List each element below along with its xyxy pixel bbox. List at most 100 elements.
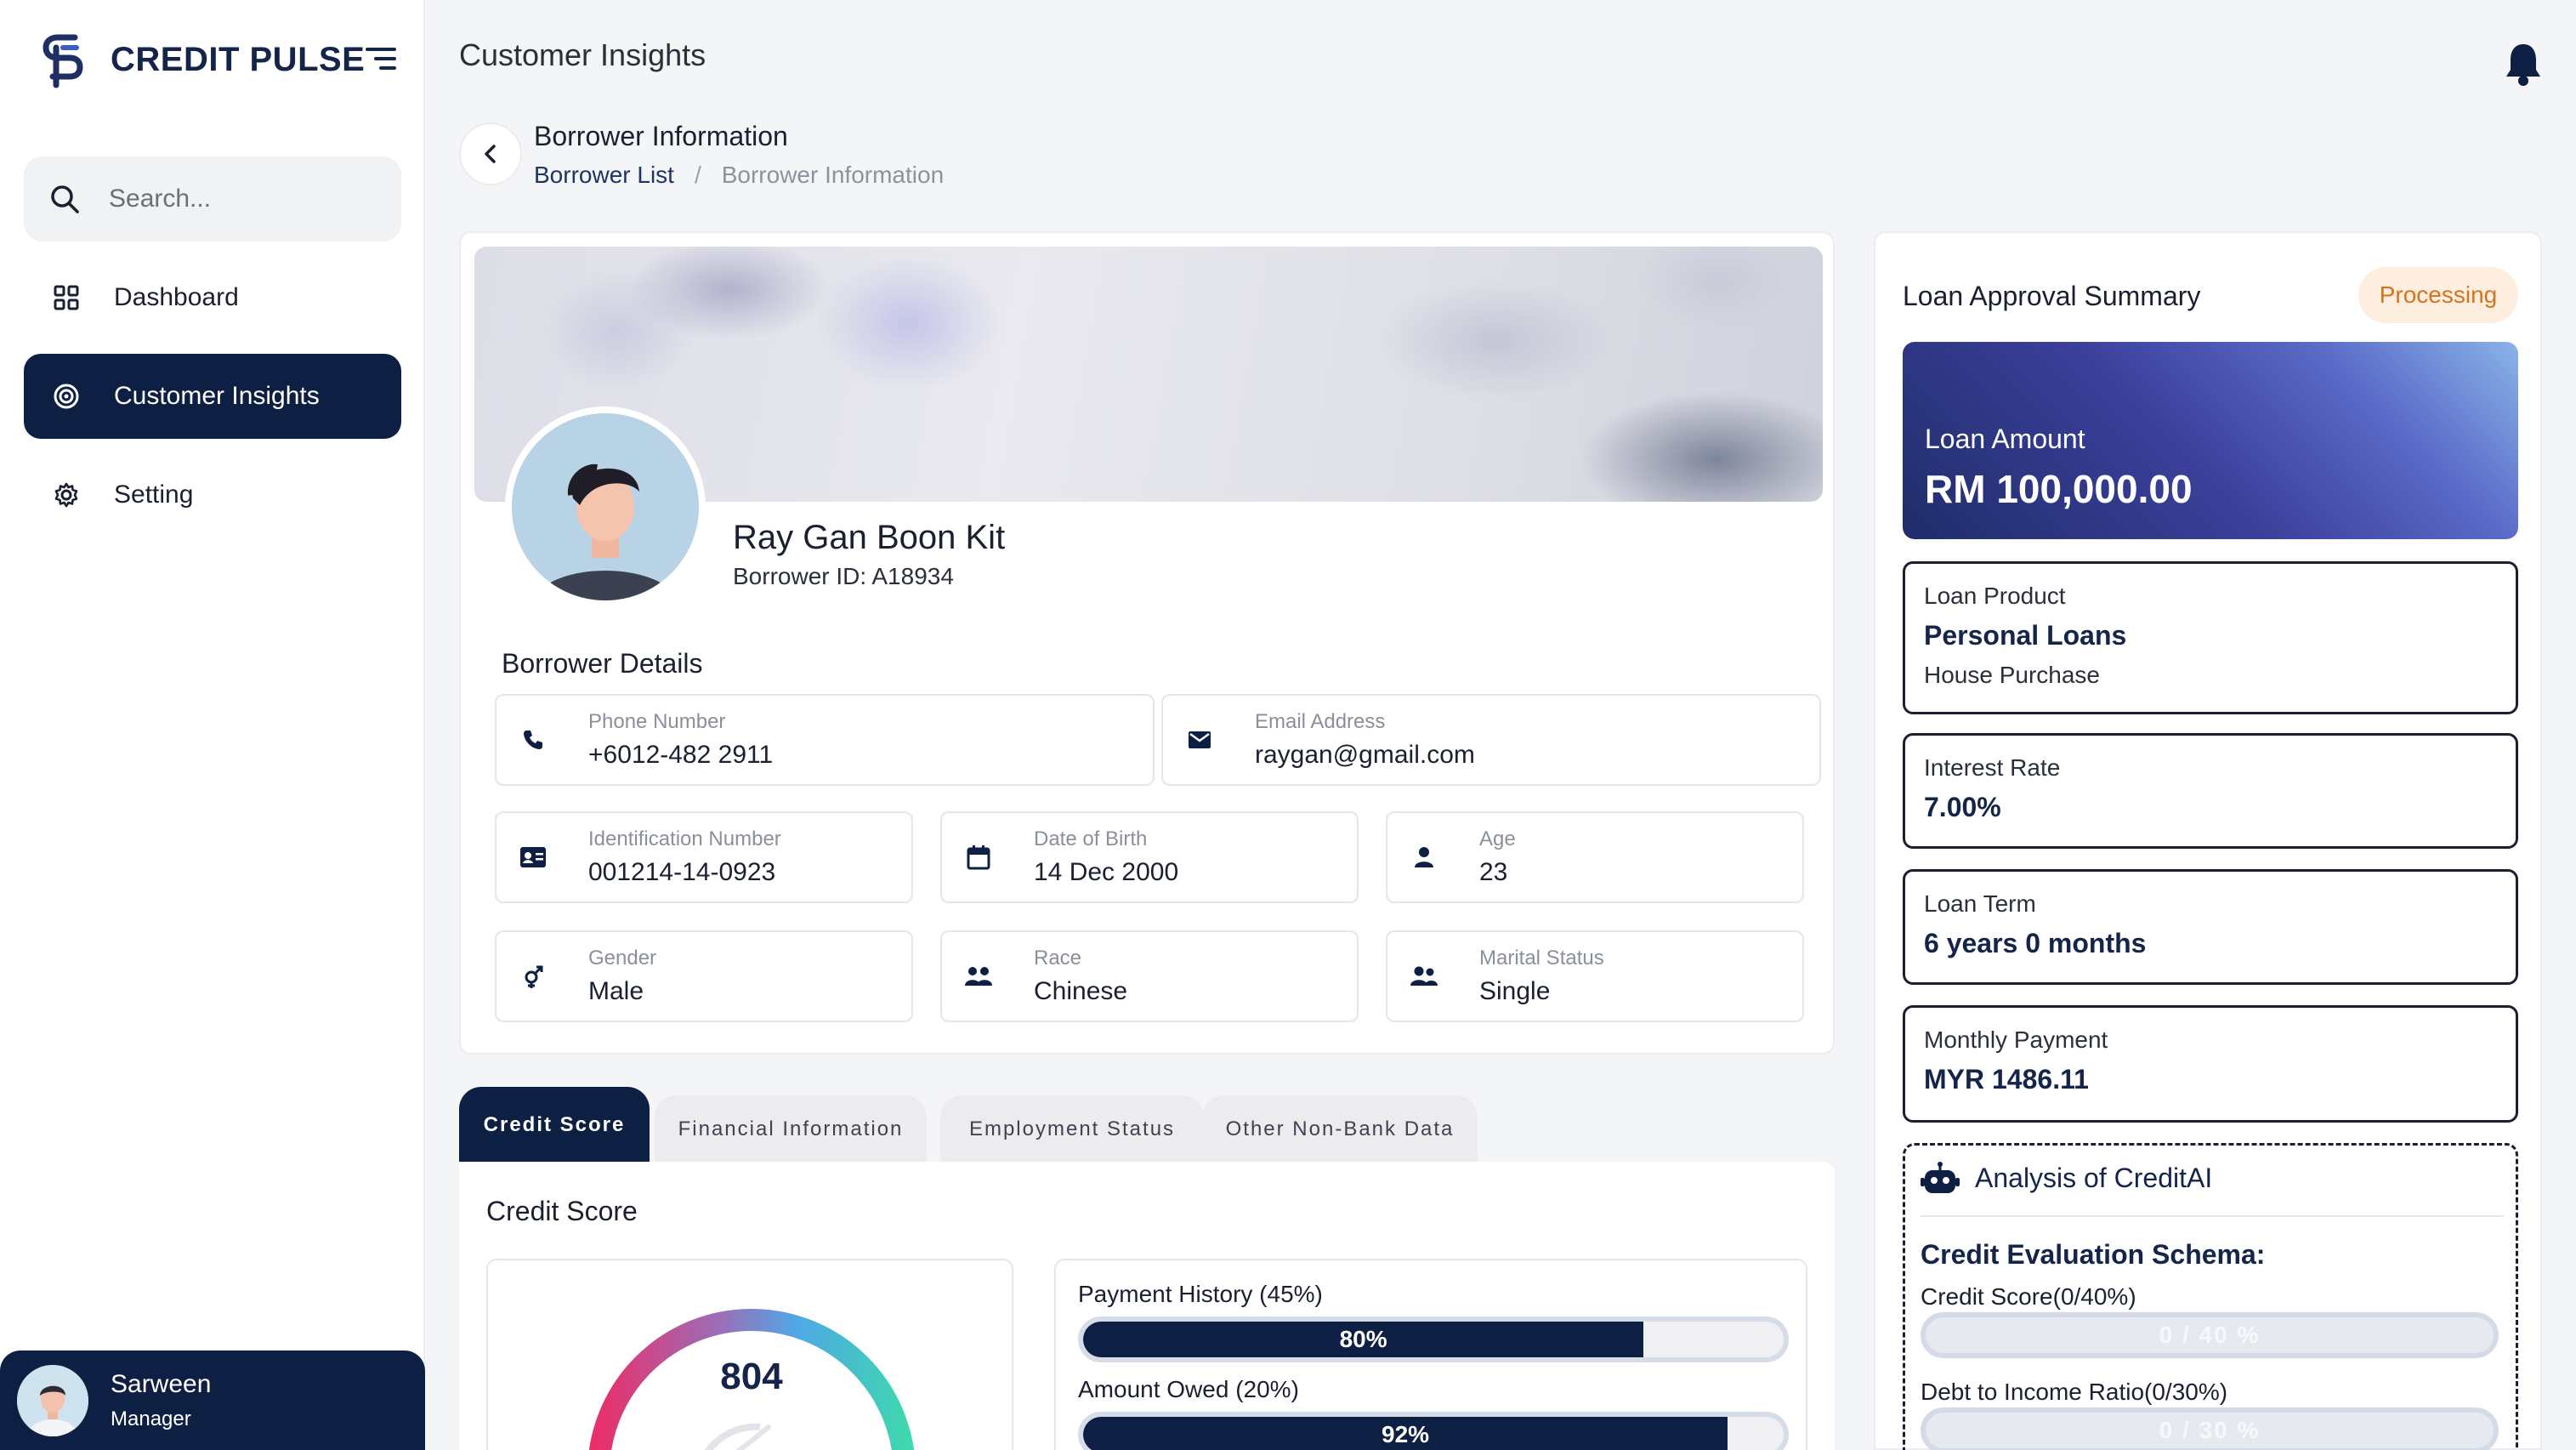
field-value: raygan@gmail.com [1255, 741, 1475, 769]
field-label: Race [1034, 947, 1082, 970]
race-field: Race Chinese [940, 930, 1359, 1022]
monthly-payment-value: MYR 1486.11 [1924, 1064, 2089, 1095]
tab-other-non-bank-data[interactable]: Other Non-Bank Data [1202, 1095, 1478, 1163]
loan-product-value: Personal Loans [1924, 620, 2127, 651]
breadcrumb-current: Borrower Information [721, 162, 945, 188]
creditai-header: Analysis of CreditAI [1921, 1161, 2212, 1195]
bar-track-amount-owed: 92% [1078, 1412, 1789, 1450]
field-value: 14 Dec 2000 [1034, 858, 1179, 886]
schema-label-credit-score: Credit Score(0/40%) [1921, 1283, 2136, 1310]
person-icon [1410, 843, 1438, 872]
status-badge: Processing [2358, 267, 2518, 323]
field-label: Email Address [1255, 710, 1386, 733]
people-icon [1410, 962, 1438, 991]
sidebar-item-customer-insights[interactable]: Customer Insights [24, 354, 401, 439]
creditai-title: Analysis of CreditAI [1975, 1162, 2213, 1193]
bar-label-amount-owed: Amount Owed (20%) [1078, 1376, 1299, 1402]
schema-bar-debt-to-income: 0 / 30 % [1921, 1407, 2499, 1450]
credit-factors-box: Payment History (45%) 80% Amount Owed (2… [1054, 1259, 1807, 1450]
field-label: Date of Birth [1034, 827, 1148, 850]
sidebar-item-label: Setting [114, 480, 194, 509]
sidebar-item-label: Customer Insights [114, 382, 320, 410]
search-icon [51, 185, 79, 213]
divider [1921, 1215, 2504, 1217]
creditai-analysis-box: Analysis of CreditAI Credit Evaluation S… [1903, 1143, 2518, 1450]
bell-icon[interactable] [2503, 41, 2544, 87]
field-value: Male [588, 977, 644, 1005]
field-label: Marital Status [1479, 947, 1604, 970]
loan-amount-label: Loan Amount [1925, 424, 2085, 454]
tab-credit-score[interactable]: Credit Score [459, 1087, 650, 1163]
monthly-payment-box: Monthly Payment MYR 1486.11 [1903, 1005, 2518, 1123]
credit-score-panel: Credit Score 804 Payment History (45%) 8… [459, 1162, 1835, 1450]
page-title: Customer Insights [459, 37, 706, 72]
tab-employment-status[interactable]: Employment Status [940, 1095, 1204, 1163]
field-value: 001214-14-0923 [588, 858, 776, 886]
search-box [24, 156, 401, 242]
field-label: Identification Number [588, 827, 781, 850]
credit-score-gauge: 804 [486, 1259, 1013, 1450]
avatar [17, 1364, 88, 1436]
field-label: Phone Number [588, 710, 726, 733]
marital-status-field: Marital Status Single [1386, 930, 1804, 1022]
loan-term-value: 6 years 0 months [1924, 928, 2147, 958]
user-profile-card[interactable]: Sarween Manager [0, 1350, 425, 1450]
id-card-icon [519, 843, 548, 872]
chevron-left-icon [485, 145, 496, 163]
borrower-details-heading: Borrower Details [502, 648, 703, 679]
user-name: Sarween [111, 1369, 212, 1398]
sidebar: CREDIT PULSE Dashboard Customer Insights… [0, 0, 425, 1450]
date-of-birth-field: Date of Birth 14 Dec 2000 [940, 811, 1359, 903]
gear-icon [51, 480, 82, 510]
credit-pulse-logo-icon [43, 34, 83, 88]
credit-evaluation-schema-heading: Credit Evaluation Schema: [1921, 1239, 2266, 1270]
section-title: Borrower Information [534, 121, 788, 151]
loan-amount-value: RM 100,000.00 [1925, 467, 2193, 511]
credit-score-value: 804 [720, 1356, 783, 1397]
gender-icon [519, 962, 548, 991]
phone-field: Phone Number +6012-482 2911 [495, 694, 1155, 786]
back-button[interactable] [459, 122, 522, 185]
loan-amount-card: Loan Amount RM 100,000.00 [1903, 342, 2518, 539]
loan-approval-panel: Loan Approval Summary Processing Loan Am… [1874, 231, 2542, 1450]
app-name: CREDIT PULSE [111, 40, 366, 78]
search-input[interactable] [109, 185, 381, 213]
breadcrumb-separator: / [694, 162, 701, 188]
phone-icon [519, 725, 548, 754]
sidebar-item-dashboard[interactable]: Dashboard [24, 255, 401, 340]
user-role: Manager [111, 1407, 191, 1430]
loan-product-label: Loan Product [1924, 583, 2066, 609]
loan-product-box: Loan Product Personal Loans House Purcha… [1903, 561, 2518, 714]
sidebar-item-setting[interactable]: Setting [24, 452, 401, 537]
loan-summary-title: Loan Approval Summary [1903, 281, 2201, 311]
mail-icon [1185, 725, 1214, 754]
grid-icon [51, 282, 82, 313]
field-value: 23 [1479, 858, 1508, 886]
field-label: Gender [588, 947, 657, 970]
bar-fill-amount-owed: 92% [1083, 1417, 1728, 1450]
loan-term-box: Loan Term 6 years 0 months [1903, 869, 2518, 985]
schema-label-debt-to-income: Debt to Income Ratio(0/30%) [1921, 1379, 2228, 1405]
brand[interactable]: CREDIT PULSE [41, 31, 365, 88]
monthly-payment-label: Monthly Payment [1924, 1026, 2108, 1053]
interest-rate-value: 7.00% [1924, 792, 2001, 822]
age-field: Age 23 [1386, 811, 1804, 903]
loan-term-label: Loan Term [1924, 890, 2036, 917]
credit-score-heading: Credit Score [486, 1196, 638, 1226]
field-label: Age [1479, 827, 1516, 850]
email-field: Email Address raygan@gmail.com [1161, 694, 1821, 786]
gender-field: Gender Male [495, 930, 913, 1022]
interest-rate-label: Interest Rate [1924, 754, 2061, 781]
loan-product-sub: House Purchase [1924, 662, 2101, 688]
identification-field: Identification Number 001214-14-0923 [495, 811, 913, 903]
field-value: Single [1479, 977, 1551, 1005]
schema-bar-credit-score: 0 / 40 % [1921, 1312, 2499, 1358]
borrower-id: Borrower ID: A18934 [733, 563, 954, 589]
borrower-avatar [505, 407, 706, 607]
interest-rate-box: Interest Rate 7.00% [1903, 733, 2518, 849]
breadcrumb-link-borrower-list[interactable]: Borrower List [534, 162, 674, 189]
sidebar-item-label: Dashboard [114, 283, 239, 311]
menu-toggle-icon[interactable] [366, 48, 396, 73]
bar-track-payment-history: 80% [1078, 1316, 1789, 1362]
tab-financial-information[interactable]: Financial Information [655, 1095, 927, 1163]
